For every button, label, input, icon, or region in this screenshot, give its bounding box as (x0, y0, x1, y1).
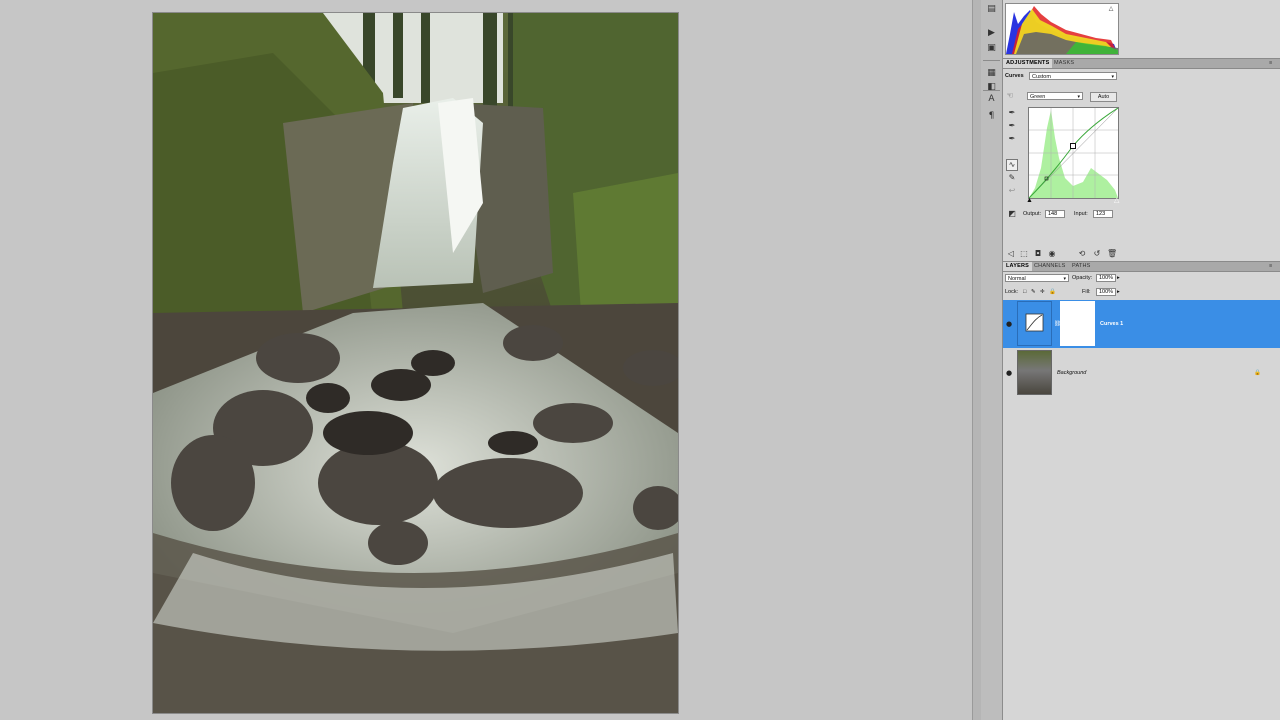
fill-label: Fill: (1082, 289, 1091, 295)
clipping-icon[interactable]: ◩ (1007, 209, 1017, 219)
tab-layers[interactable]: LAYERS (1003, 262, 1033, 271)
lock-image-icon[interactable]: ✎ (1031, 288, 1036, 296)
pencil-tool-icon[interactable]: ✎ (1007, 173, 1017, 183)
view-previous-icon[interactable]: ⟲ (1077, 249, 1087, 259)
gray-point-eyedropper-icon[interactable]: ✒ (1007, 121, 1017, 131)
layers-tab-bar: LAYERS CHANNELS PATHS ≡ (1003, 261, 1280, 272)
panel-icon-strip: ▤ ▶ ▣ ▦ ◧ A ¶ (981, 0, 1003, 720)
white-point-eyedropper-icon[interactable]: ✒ (1007, 134, 1017, 144)
curves-label: Curves (1005, 73, 1024, 79)
white-slider-icon[interactable]: △ (1114, 197, 1119, 205)
curve-point-tool-icon[interactable]: ∿ (1006, 159, 1018, 171)
layer-name[interactable]: Background (1057, 370, 1086, 376)
tab-adjustments[interactable]: ADJUSTMENTS (1003, 59, 1053, 68)
lock-transparent-icon[interactable]: □ (1023, 288, 1026, 296)
layer-name[interactable]: Curves 1 (1100, 321, 1123, 327)
panel-menu-icon[interactable]: ≡ (1269, 59, 1272, 67)
channel-dropdown[interactable]: Green (1027, 92, 1083, 101)
separator (983, 90, 1000, 91)
right-panels: △ ADJUSTMENTS MASKS ≡ Curves Custom ☜ Gr… (1003, 0, 1280, 720)
opacity-label: Opacity: (1072, 275, 1093, 281)
opacity-field[interactable]: 100% (1096, 274, 1116, 282)
on-image-adjust-icon[interactable]: ☜ (1005, 91, 1015, 101)
histogram-warning-icon[interactable]: △ (1108, 6, 1114, 12)
histogram-graph (1006, 6, 1118, 54)
character-icon[interactable]: A (984, 92, 999, 105)
fill-arrow-icon[interactable]: ▸ (1117, 288, 1120, 296)
smooth-curve-icon[interactable]: ↩ (1007, 186, 1017, 196)
visibility-icon[interactable]: ◉ (1047, 249, 1057, 259)
tab-channels[interactable]: CHANNELS (1031, 262, 1069, 271)
curves-plot (1028, 107, 1119, 199)
visibility-eye-icon[interactable]: ● (1006, 370, 1014, 377)
auto-button[interactable]: Auto (1090, 92, 1117, 102)
lock-all-icon[interactable]: 🔒 (1049, 288, 1056, 296)
black-point-eyedropper-icon[interactable]: ✒ (1007, 108, 1017, 118)
curves-icon (1025, 313, 1044, 332)
histogram-panel-icon[interactable]: ▦ (984, 66, 999, 79)
tab-masks[interactable]: MASKS (1051, 59, 1077, 68)
input-field[interactable]: 123 (1093, 210, 1113, 218)
layers-list: ● ⛓ Curves 1 ● Background 🔒 (1003, 299, 1280, 397)
adjustment-footer: ◁ ⬚ ◘ ◉ ⟲ ↺ 🗑 (1003, 248, 1123, 260)
clip-to-layer-icon[interactable]: ◘ (1033, 249, 1043, 259)
lock-position-icon[interactable]: ✛ (1040, 288, 1045, 296)
background-layer-thumb (1017, 350, 1052, 395)
delete-adjustment-icon[interactable]: 🗑 (1107, 249, 1117, 259)
adjustments-tab-bar: ADJUSTMENTS MASKS ≡ (1003, 58, 1280, 69)
input-label: Input: (1074, 211, 1088, 217)
curves-graph[interactable] (1028, 107, 1119, 199)
separator (983, 60, 1000, 61)
expand-view-icon[interactable]: ⬚ (1019, 249, 1029, 259)
curves-adjustment-thumb (1017, 301, 1052, 346)
visibility-eye-icon[interactable]: ● (1006, 321, 1014, 328)
blend-mode-dropdown[interactable]: Normal (1005, 274, 1069, 283)
paragraph-icon[interactable]: ¶ (984, 109, 999, 122)
lock-label: Lock: (1005, 289, 1019, 295)
document-canvas[interactable] (0, 0, 972, 720)
histogram-panel: △ (1005, 3, 1119, 55)
output-field[interactable]: 148 (1045, 210, 1065, 218)
layer-lock-icon[interactable]: 🔒 (1254, 369, 1261, 377)
layers-menu-icon[interactable]: ≡ (1269, 262, 1272, 270)
preset-dropdown[interactable]: Custom (1029, 72, 1117, 81)
output-label: Output: (1023, 211, 1042, 217)
layer-row-background[interactable]: ● Background 🔒 (1003, 349, 1280, 397)
waterfall-photo[interactable] (152, 12, 679, 714)
layer-mask-thumb[interactable] (1060, 301, 1095, 346)
tab-paths[interactable]: PATHS (1069, 262, 1094, 271)
return-to-list-icon[interactable]: ◁ (1006, 249, 1016, 259)
opacity-arrow-icon[interactable]: ▸ (1117, 274, 1120, 282)
history-icon[interactable]: ▤ (984, 2, 999, 15)
navigator-icon[interactable]: ▣ (984, 41, 999, 54)
black-slider-icon[interactable]: ▲ (1026, 197, 1033, 205)
layer-row-curves[interactable]: ● ⛓ Curves 1 (1003, 300, 1280, 348)
fill-field[interactable]: 100% (1096, 288, 1116, 296)
waterfall-image (153, 13, 678, 713)
actions-icon[interactable]: ▶ (984, 26, 999, 39)
reset-icon[interactable]: ↺ (1092, 249, 1102, 259)
